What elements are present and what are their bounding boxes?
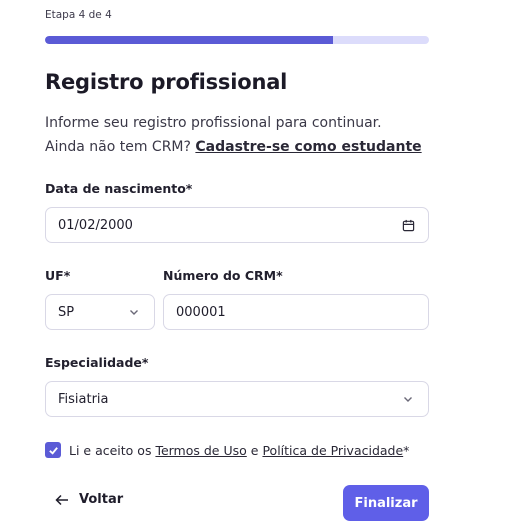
chevron-down-icon bbox=[126, 304, 142, 320]
calendar-icon[interactable] bbox=[400, 217, 416, 233]
progress-bar-fill bbox=[45, 36, 333, 44]
specialty-label: Especialidade* bbox=[45, 355, 149, 370]
terms-prefix: Li e aceito os bbox=[69, 442, 152, 458]
terms-required-mark: * bbox=[403, 442, 410, 458]
subtitle-line: Informe seu registro profissional para c… bbox=[45, 115, 382, 131]
back-button-label: Voltar bbox=[79, 492, 124, 507]
arrow-left-icon bbox=[55, 494, 69, 506]
specialty-select[interactable]: Fisiatria bbox=[45, 381, 429, 417]
birthdate-field[interactable]: 01/02/2000 bbox=[45, 207, 429, 243]
progress-bar bbox=[45, 36, 429, 44]
finish-button[interactable]: Finalizar bbox=[343, 485, 429, 521]
page-subtitle: Informe seu registro profissional para c… bbox=[45, 111, 485, 159]
crm-label: Número do CRM* bbox=[163, 268, 283, 283]
subtitle-line-2: Ainda não tem CRM? Cadastre-se como estu… bbox=[45, 135, 485, 159]
student-signup-link[interactable]: Cadastre-se como estudante bbox=[195, 139, 421, 155]
step-indicator: Etapa 4 de 4 bbox=[45, 9, 112, 21]
privacy-policy-link[interactable]: Política de Privacidade bbox=[262, 443, 403, 458]
crm-value: 000001 bbox=[176, 304, 226, 320]
uf-label: UF* bbox=[45, 268, 71, 283]
back-button[interactable]: Voltar bbox=[55, 492, 123, 507]
no-crm-text: Ainda não tem CRM? bbox=[45, 139, 191, 155]
terms-of-use-link[interactable]: Termos de Uso bbox=[155, 443, 246, 458]
terms-conjunction: e bbox=[250, 442, 259, 458]
chevron-down-icon bbox=[400, 391, 416, 407]
birthdate-label: Data de nascimento* bbox=[45, 181, 193, 196]
terms-row: Li e aceito os Termos de Uso e Política … bbox=[45, 442, 409, 458]
page-title: Registro profissional bbox=[45, 70, 288, 94]
specialty-value: Fisiatria bbox=[58, 391, 109, 407]
crm-input[interactable]: 000001 bbox=[163, 294, 429, 330]
terms-checkbox[interactable] bbox=[45, 442, 61, 458]
birthdate-value: 01/02/2000 bbox=[58, 217, 133, 233]
uf-value: SP bbox=[58, 304, 75, 320]
uf-select[interactable]: SP bbox=[45, 294, 155, 330]
